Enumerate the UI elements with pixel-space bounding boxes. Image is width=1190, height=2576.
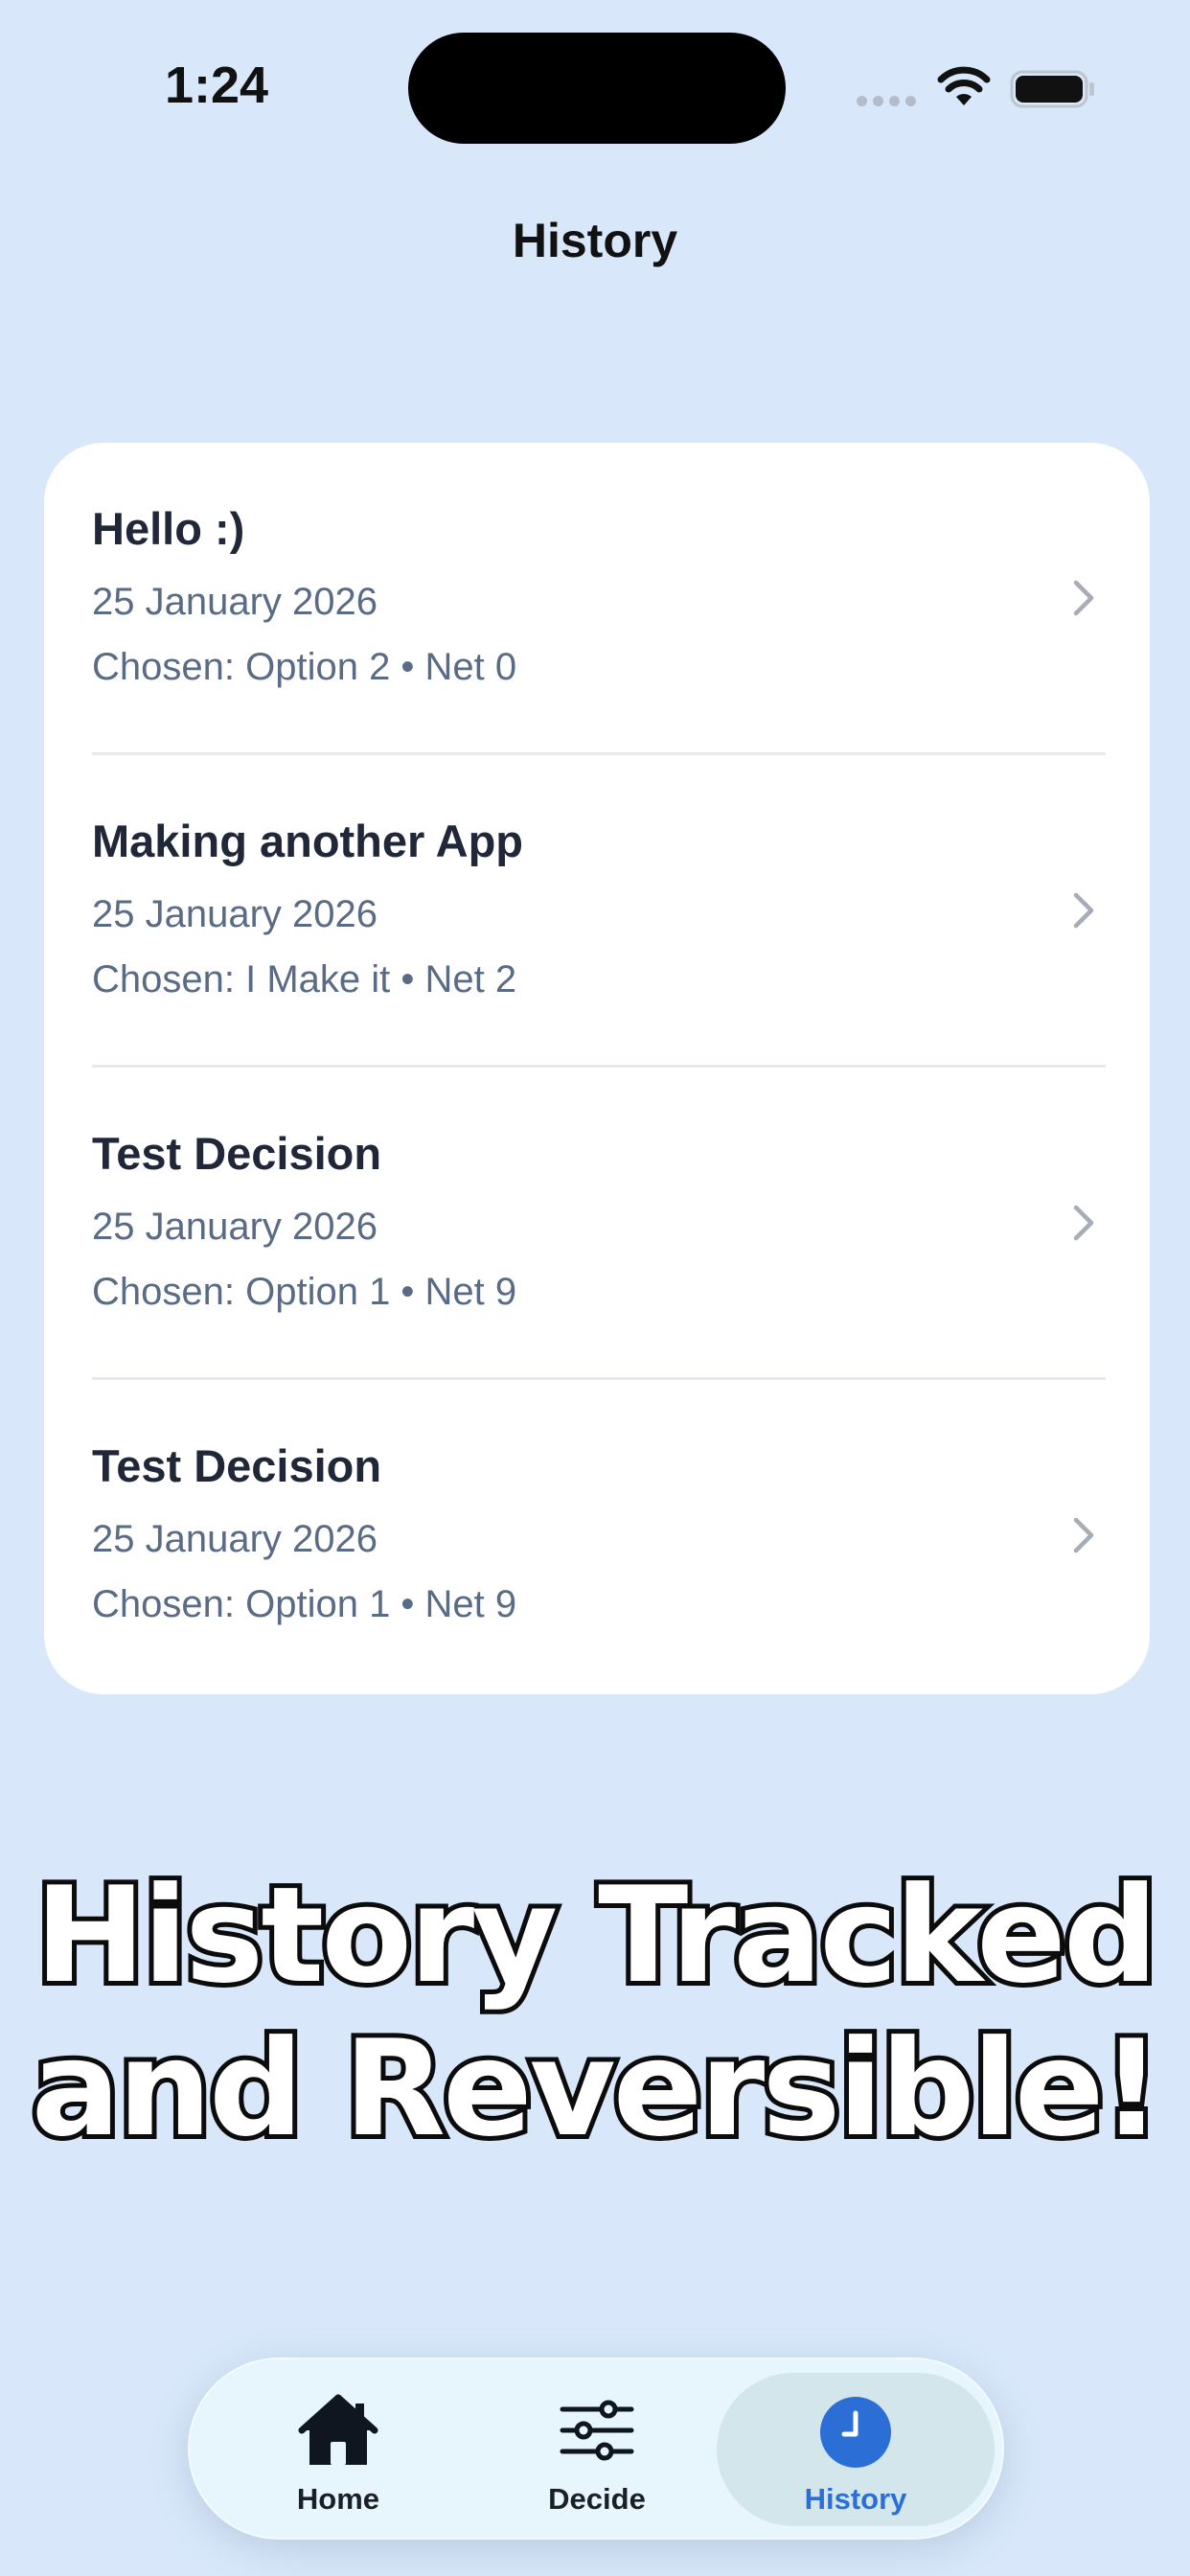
row-detail: Chosen: Option 1 • Net 9	[92, 1271, 517, 1313]
tab-bar: Home Decide History	[188, 2358, 1004, 2540]
wifi-icon	[937, 66, 991, 105]
history-row[interactable]: Test Decision 25 January 2026 Chosen: Op…	[44, 1068, 1150, 1380]
row-detail: Chosen: Option 2 • Net 0	[92, 646, 517, 688]
cellular-signal-icon	[857, 96, 916, 106]
tab-label: Decide	[548, 2482, 646, 2516]
chevron-right-icon	[1073, 892, 1094, 929]
clock-icon	[820, 2397, 891, 2468]
row-date: 25 January 2026	[92, 581, 378, 623]
row-title: Test Decision	[92, 1128, 382, 1179]
chevron-right-icon	[1073, 1205, 1094, 1241]
promo-line-1: History Tracked	[30, 1854, 1162, 2017]
history-row[interactable]: Making another App 25 January 2026 Chose…	[44, 755, 1150, 1068]
page-title: History	[512, 214, 678, 267]
row-date: 25 January 2026	[92, 1518, 378, 1560]
history-row[interactable]: Hello :) 25 January 2026 Chosen: Option …	[44, 443, 1150, 755]
dynamic-island	[408, 33, 786, 144]
tab-history[interactable]: History	[726, 2359, 985, 2542]
chevron-right-icon	[1073, 1517, 1094, 1553]
row-date: 25 January 2026	[92, 1206, 378, 1248]
sliders-icon	[560, 2400, 634, 2461]
row-title: Making another App	[92, 816, 523, 866]
tab-home[interactable]: Home	[209, 2359, 468, 2542]
row-detail: Chosen: Option 1 • Net 9	[92, 1583, 517, 1625]
tab-label: Home	[296, 2482, 380, 2516]
row-date: 25 January 2026	[92, 893, 378, 935]
chevron-right-icon	[1073, 580, 1094, 616]
tab-label: History	[804, 2482, 907, 2516]
tab-decide[interactable]: Decide	[468, 2359, 726, 2542]
house-icon	[298, 2394, 378, 2465]
history-row[interactable]: Test Decision 25 January 2026 Chosen: Op…	[44, 1380, 1150, 1692]
row-title: Hello :)	[92, 503, 245, 554]
promo-line-2: and Reversible!	[27, 2008, 1167, 2171]
promo-caption: History Tracked and Reversible!	[0, 1854, 1190, 2171]
row-detail: Chosen: I Make it • Net 2	[92, 958, 517, 1000]
status-bar: 1:24	[0, 0, 1190, 172]
history-list: Hello :) 25 January 2026 Chosen: Option …	[44, 443, 1150, 1694]
battery-icon	[1010, 70, 1094, 108]
status-time: 1:24	[165, 57, 269, 114]
row-title: Test Decision	[92, 1440, 382, 1491]
